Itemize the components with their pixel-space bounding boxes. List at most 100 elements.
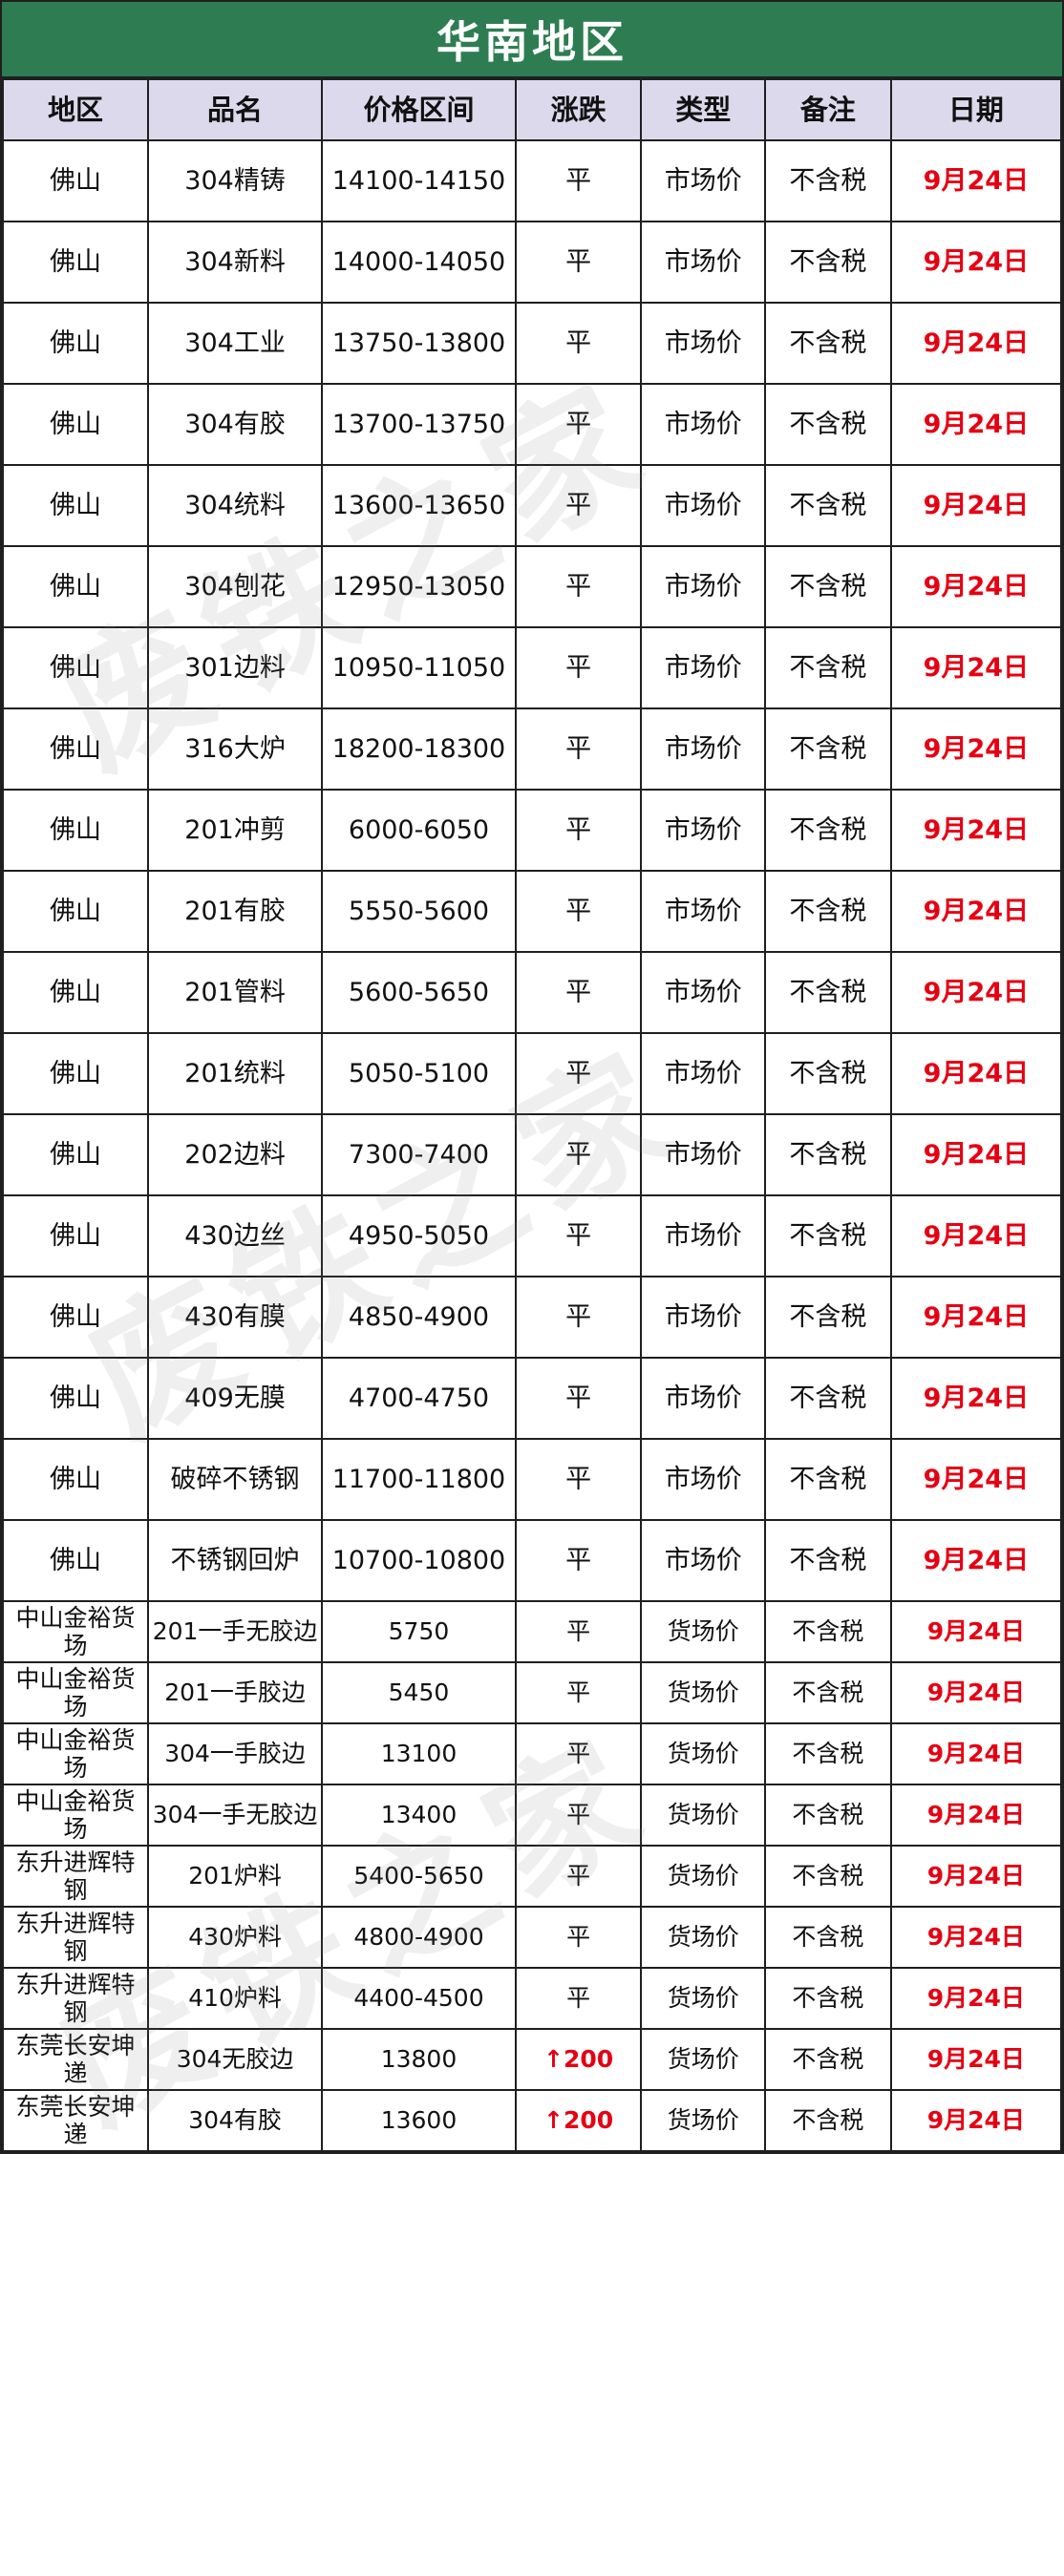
cell-change: 平	[514, 1967, 643, 2030]
cell-note: 不含税	[764, 1906, 892, 1969]
cell-region: 佛山	[2, 951, 149, 1034]
cell-price: 13750-13800	[321, 302, 517, 385]
cell-type: 货场价	[640, 1722, 767, 1785]
cell-region: 中山金裕货场	[2, 1784, 149, 1847]
table-row: 中山金裕货场 304一手无胶边 13400 平货场价 不含税 9月24日	[2, 1784, 1063, 1847]
cell-date: 9月24日	[889, 221, 1063, 304]
cell-note: 不含税	[764, 2089, 892, 2152]
cell-change: 平	[514, 626, 643, 709]
cell-note: 不含税	[764, 221, 892, 304]
cell-product: 304无胶边	[146, 2028, 324, 2091]
cell-type: 市场价	[640, 626, 767, 709]
table-row: 东莞长安坤递 304无胶边 13800 ↑200 货场价 不含税 9月24日	[2, 2028, 1063, 2091]
cell-price: 4950-5050	[321, 1194, 517, 1277]
cell-date: 9月24日	[889, 1661, 1063, 1724]
cell-product: 316大炉	[146, 707, 324, 791]
cell-region: 佛山	[2, 1438, 149, 1521]
cell-price: 10950-11050	[321, 626, 517, 709]
table-row: 佛山 301边料 10950-11050 平市场价 不含税 9月24日	[2, 626, 1063, 709]
column-header-change: 涨跌	[514, 78, 643, 141]
cell-change: 平	[514, 1194, 643, 1277]
cell-product: 201炉料	[146, 1845, 324, 1908]
cell-region: 佛山	[2, 1276, 149, 1359]
cell-product: 304精铸	[146, 139, 324, 222]
cell-type: 货场价	[640, 1967, 767, 2030]
cell-date: 9月24日	[889, 951, 1063, 1034]
cell-change: ↑200	[514, 2089, 643, 2152]
table-row: 佛山 破碎不锈钢 11700-11800 平市场价 不含税 9月24日	[2, 1438, 1063, 1521]
cell-price: 12950-13050	[321, 545, 517, 628]
cell-type: 市场价	[640, 707, 767, 791]
cell-price: 18200-18300	[321, 707, 517, 791]
cell-date: 9月24日	[889, 2089, 1063, 2152]
cell-price: 7300-7400	[321, 1113, 517, 1196]
cell-date: 9月24日	[889, 1438, 1063, 1521]
cell-product: 304工业	[146, 302, 324, 385]
cell-region: 中山金裕货场	[2, 1661, 149, 1724]
table-body: 佛山 304精铸 14100-14150 平市场价 不含税 9月24日 佛山 304新料 140…	[2, 139, 1063, 2152]
cell-product: 430炉料	[146, 1906, 324, 1969]
cell-note: 不含税	[764, 1276, 892, 1359]
cell-type: 市场价	[640, 383, 767, 466]
cell-region: 佛山	[2, 1519, 149, 1602]
cell-date: 9月24日	[889, 1357, 1063, 1440]
cell-change: 平	[514, 1661, 643, 1724]
cell-change: 平	[514, 1357, 643, 1440]
cell-note: 不含税	[764, 1784, 892, 1847]
cell-type: 市场价	[640, 1113, 767, 1196]
cell-change: 平	[514, 707, 643, 791]
table-row: 东升进辉特钢 410炉料 4400-4500 平货场价 不含税 9月24日	[2, 1967, 1063, 2030]
cell-date: 9月24日	[889, 1722, 1063, 1785]
cell-note: 不含税	[764, 1032, 892, 1115]
cell-product: 304新料	[146, 221, 324, 304]
cell-note: 不含税	[764, 626, 892, 709]
cell-price: 13700-13750	[321, 383, 517, 466]
table-row: 佛山 201统料 5050-5100 平市场价 不含税 9月24日	[2, 1032, 1063, 1115]
cell-product: 不锈钢回炉	[146, 1519, 324, 1602]
cell-region: 佛山	[2, 383, 149, 466]
cell-note: 不含税	[764, 1600, 892, 1663]
cell-region: 中山金裕货场	[2, 1722, 149, 1785]
cell-date: 9月24日	[889, 545, 1063, 628]
table-row: 佛山 不锈钢回炉 10700-10800 平市场价 不含税 9月24日	[2, 1519, 1063, 1602]
cell-region: 佛山	[2, 789, 149, 872]
cell-price: 5550-5600	[321, 870, 517, 953]
column-header-region: 地区	[2, 78, 149, 141]
cell-change: 平	[514, 1600, 643, 1663]
cell-price: 14000-14050	[321, 221, 517, 304]
cell-note: 不含税	[764, 789, 892, 872]
cell-product: 304刨花	[146, 545, 324, 628]
cell-price: 5600-5650	[321, 951, 517, 1034]
table-header: 地区 品名 价格区间 涨跌 类型 备注 日期	[2, 78, 1063, 141]
column-header-price: 价格区间	[321, 78, 517, 141]
cell-type: 市场价	[640, 1276, 767, 1359]
cell-change: 平	[514, 1519, 643, 1602]
table-row: 佛山 304精铸 14100-14150 平市场价 不含税 9月24日	[2, 139, 1063, 222]
cell-date: 9月24日	[889, 1906, 1063, 1969]
cell-date: 9月24日	[889, 1784, 1063, 1847]
cell-region: 佛山	[2, 626, 149, 709]
table-row: 佛山 201管料 5600-5650 平市场价 不含税 9月24日	[2, 951, 1063, 1034]
cell-date: 9月24日	[889, 302, 1063, 385]
cell-region: 佛山	[2, 1113, 149, 1196]
cell-product: 304有胶	[146, 383, 324, 466]
cell-note: 不含税	[764, 302, 892, 385]
cell-type: 市场价	[640, 951, 767, 1034]
page-title: 华南地区	[2, 2, 1062, 78]
cell-change: 平	[514, 1906, 643, 1969]
cell-note: 不含税	[764, 1519, 892, 1602]
cell-price: 4800-4900	[321, 1906, 517, 1969]
cell-type: 货场价	[640, 1600, 767, 1663]
cell-date: 9月24日	[889, 1194, 1063, 1277]
cell-date: 9月24日	[889, 139, 1063, 222]
table-row: 中山金裕货场 201一手胶边 5450 平货场价 不含税 9月24日	[2, 1661, 1063, 1724]
cell-product: 430有膜	[146, 1276, 324, 1359]
price-sheet: 废铁之家 废铁之家 废铁之家 华南地区 地区 品名 价格区间 涨跌 类型 备注 …	[0, 0, 1064, 2154]
cell-date: 9月24日	[889, 870, 1063, 953]
cell-note: 不含税	[764, 2028, 892, 2091]
cell-note: 不含税	[764, 383, 892, 466]
cell-change: 平	[514, 1276, 643, 1359]
cell-change: 平	[514, 789, 643, 872]
cell-note: 不含税	[764, 1357, 892, 1440]
column-header-product: 品名	[146, 78, 324, 141]
